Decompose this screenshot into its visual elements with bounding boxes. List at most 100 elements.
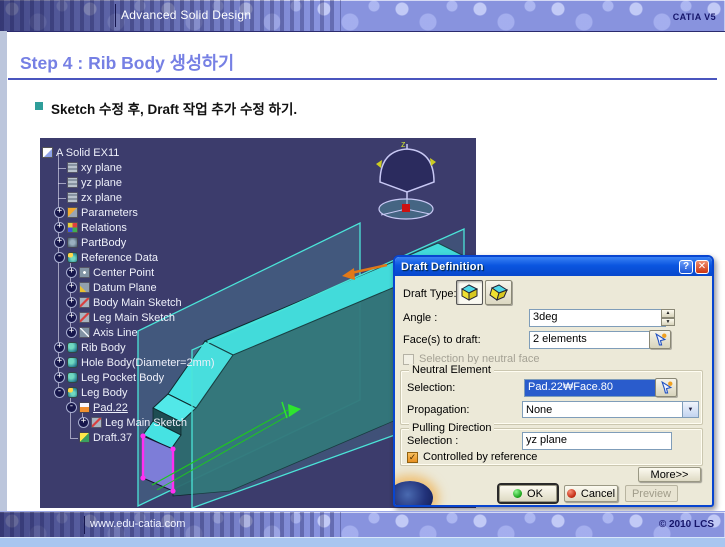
angle-spinner[interactable]: ▲▼ xyxy=(661,309,675,326)
propagation-dropdown[interactable]: None ▼ xyxy=(522,401,699,418)
tree-expander-icon[interactable]: - xyxy=(66,402,77,413)
tree-expander-icon[interactable]: + xyxy=(54,357,65,368)
tree-expander-icon[interactable]: + xyxy=(78,417,89,428)
select-face-icon xyxy=(654,333,667,346)
tree-item[interactable]: - Leg Body xyxy=(54,386,127,399)
tree-item[interactable]: + Hole Body(Diameter=2mm) xyxy=(54,356,215,369)
controlled-by-reference-checkbox[interactable]: ✓ Controlled by reference xyxy=(407,451,537,463)
tree-item-label: yz plane xyxy=(81,177,122,189)
tree-item[interactable]: + Rib Body xyxy=(54,341,126,354)
tree-expander-icon[interactable]: + xyxy=(54,207,65,218)
draft-type-variable-button[interactable] xyxy=(485,280,512,305)
propagation-label: Propagation: xyxy=(407,404,469,416)
tree-expander-icon[interactable]: + xyxy=(66,312,77,323)
tree-item[interactable]: +Leg Main Sketch xyxy=(66,311,175,324)
neutral-selection-label: Selection: xyxy=(407,382,455,394)
tree-item[interactable]: xy plane xyxy=(54,161,122,174)
tree-item[interactable]: Draft.37 xyxy=(66,431,132,444)
draft-type-label: Draft Type: xyxy=(403,288,457,300)
slide-root: Advanced Solid Design CATIA V5 Step 4 : … xyxy=(0,0,725,547)
pulling-direction-group: Pulling Direction Selection : yz plane ✓… xyxy=(400,428,703,466)
variable-draft-icon xyxy=(488,283,509,302)
faces-select-button[interactable] xyxy=(649,330,671,349)
angle-label: Angle : xyxy=(403,312,437,324)
cancel-button[interactable]: Cancel xyxy=(564,485,618,502)
tree-item-label: Axis Line xyxy=(93,327,138,339)
faces-to-draft-input[interactable]: 2 elements xyxy=(529,331,650,349)
tree-item-label: Relations xyxy=(81,222,127,234)
tree-item[interactable]: + Datum Plane xyxy=(66,281,157,294)
dialog-title: Draft Definition xyxy=(401,261,677,273)
tree-item-label: Pad.22 xyxy=(93,402,128,414)
pulling-selection-label: Selection : xyxy=(407,435,458,447)
tree-item-label: Rib Body xyxy=(81,342,126,354)
preview-button[interactable]: Preview xyxy=(625,485,678,502)
tree-item[interactable]: +Leg Main Sketch xyxy=(78,416,187,429)
tree-item-label: Leg Body xyxy=(81,387,127,399)
tree-item[interactable]: - Pad.22 xyxy=(66,401,128,414)
tree-expander-icon[interactable]: + xyxy=(54,342,65,353)
close-icon[interactable]: ✕ xyxy=(695,260,709,274)
tree-item[interactable]: + Relations xyxy=(54,221,127,234)
header-divider xyxy=(115,4,116,27)
neutral-element-group: Neutral Element Selection: Pad.22₩Face.8… xyxy=(400,370,703,425)
tree-expander-icon[interactable]: + xyxy=(66,282,77,293)
checkbox-checked-icon[interactable]: ✓ xyxy=(407,452,418,463)
ok-icon xyxy=(513,489,522,498)
tree-item[interactable]: + Axis Line xyxy=(66,326,138,339)
tree-item[interactable]: + Parameters xyxy=(54,206,138,219)
tree-item-label: PartBody xyxy=(81,237,126,249)
tree-item[interactable]: +Leg Pocket Body xyxy=(54,371,164,384)
tree-item-label: Datum Plane xyxy=(93,282,157,294)
tree-item-label: Hole Body(Diameter=2mm) xyxy=(81,357,215,369)
tree-item[interactable]: - Reference Data xyxy=(54,251,158,264)
sketch-icon xyxy=(79,312,90,323)
tree-item-label: Draft.37 xyxy=(93,432,132,444)
title-underline xyxy=(8,78,717,80)
neutral-element-group-label: Neutral Element xyxy=(409,364,494,376)
tree-item[interactable]: +Center Point xyxy=(66,266,154,279)
draft-icon xyxy=(79,432,90,443)
tree-item-label: Parameters xyxy=(81,207,138,219)
tree-expander-icon[interactable]: + xyxy=(66,267,77,278)
copyright-label: © 2010 LCS xyxy=(659,519,714,530)
bullet-item: Sketch 수정 후, Draft 작업 추가 수정 하기. xyxy=(35,98,297,118)
slide-bottom-border xyxy=(0,537,725,547)
tree-item[interactable]: + Body Main Sketch xyxy=(66,296,182,309)
ok-button[interactable]: OK xyxy=(499,485,557,502)
bullet-text: Sketch 수정 후, Draft 작업 추가 수정 하기. xyxy=(51,98,297,118)
neutral-select-button[interactable] xyxy=(655,378,677,397)
draft-type-constant-button[interactable] xyxy=(456,280,483,305)
axis-line-icon xyxy=(79,327,90,338)
tree-item[interactable]: + PartBody xyxy=(54,236,126,249)
neutral-selection-input[interactable]: Pad.22₩Face.80 xyxy=(524,379,657,397)
tree-expander-icon[interactable]: + xyxy=(66,327,77,338)
pulling-selection-input[interactable]: yz plane xyxy=(522,432,672,450)
tree-expander-icon[interactable]: + xyxy=(54,222,65,233)
footer-banner: www.edu-catia.com © 2010 LCS xyxy=(0,511,725,538)
tree-item-label: Body Main Sketch xyxy=(93,297,182,309)
help-icon[interactable]: ? xyxy=(679,260,693,274)
dialog-titlebar[interactable]: Draft Definition ? ✕ xyxy=(395,257,712,276)
angle-input[interactable]: 3deg xyxy=(529,309,666,327)
tree-item[interactable]: zx plane xyxy=(54,191,122,204)
tree-expander-icon[interactable]: + xyxy=(54,372,65,383)
spin-up-icon[interactable]: ▲ xyxy=(661,309,675,318)
pad-icon xyxy=(79,402,90,413)
tree-expander-icon[interactable]: - xyxy=(54,387,65,398)
cancel-icon xyxy=(567,489,576,498)
chevron-down-icon[interactable]: ▼ xyxy=(682,402,698,417)
tree-expander-icon[interactable]: - xyxy=(54,252,65,263)
slide-left-border xyxy=(0,31,7,537)
tree-item[interactable]: yz plane xyxy=(54,176,122,189)
more-button[interactable]: More>> xyxy=(638,467,701,482)
tree-item-label: Reference Data xyxy=(81,252,158,264)
tree-item[interactable]: A Solid EX11 xyxy=(42,146,119,159)
hybrid-body-icon xyxy=(67,357,78,368)
constant-draft-icon xyxy=(459,283,480,302)
tree-expander-icon[interactable]: + xyxy=(66,297,77,308)
footer-site-link[interactable]: www.edu-catia.com xyxy=(90,518,185,530)
tree-expander-icon[interactable]: + xyxy=(54,237,65,248)
spin-down-icon[interactable]: ▼ xyxy=(661,318,675,327)
plane-icon xyxy=(67,192,78,203)
